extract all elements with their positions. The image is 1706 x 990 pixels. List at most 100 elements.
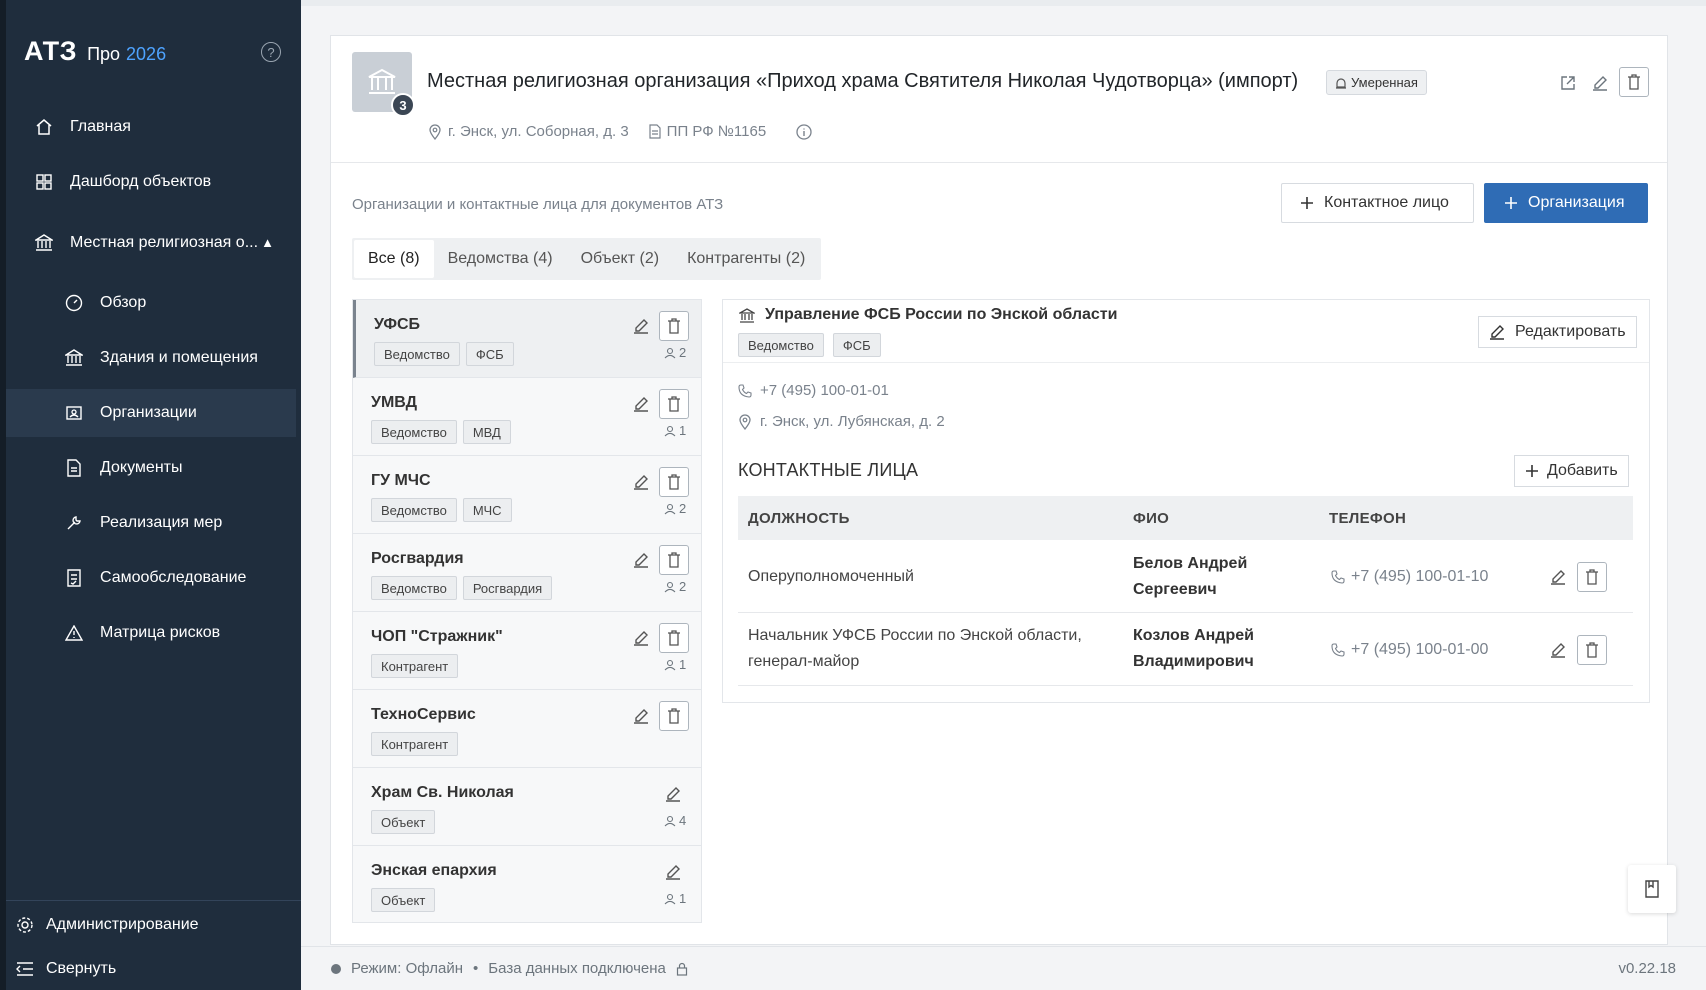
edit-icon[interactable] [631,706,651,726]
list-item[interactable]: ЧОП "Стражник" Контрагент 1 [353,612,701,690]
risk-label: Умеренная [1351,75,1418,90]
bookmark-button[interactable] [1628,865,1676,913]
sidebar-item-self-survey[interactable]: Самообследование [6,554,296,602]
org-tag: ФСБ [465,342,514,366]
tab-agencies[interactable]: Ведомства (4) [434,240,567,278]
cell-phone-value: +7 (495) 100-01-10 [1351,568,1489,585]
edit-icon[interactable] [1548,567,1568,587]
delete-icon[interactable] [1619,67,1649,97]
sidebar-admin[interactable]: Администрирование [6,905,301,945]
mode-status: Режим: Офлайн [351,960,464,977]
brand-year: 2026 [126,44,167,64]
list-item[interactable]: Росгвардия Ведомство Росгвардия 2 [353,534,701,612]
sidebar-item-label: Реализация мер [100,514,223,531]
delete-icon[interactable] [659,467,689,497]
person-icon [664,425,676,437]
detail-phone: +7 (495) 100-01-01 [738,382,889,399]
phone-icon [738,383,752,398]
admin-label: Администрирование [46,916,199,933]
open-external-icon[interactable] [1555,70,1581,96]
list-item[interactable]: ТехноСервис Контрагент [353,690,701,768]
sidebar-item-label: Здания и помещения [100,349,258,366]
app-logo[interactable]: АТЗ Про 2026 [24,36,166,67]
sidebar-item-measures[interactable]: Реализация мер [6,499,296,547]
organization-list: УФСБ Ведомство ФСБ 2 УМВД Ведомство МВД 1 … [352,299,702,923]
plus-icon [1300,196,1314,210]
edit-icon[interactable] [631,550,651,570]
list-item[interactable]: Храм Св. Николая Объект 4 [353,768,701,846]
sidebar-item-risk-matrix[interactable]: Матрица рисков [6,609,296,657]
delete-icon[interactable] [659,623,689,653]
sidebar-item-label: Матрица рисков [100,624,221,641]
delete-icon[interactable] [1577,562,1607,592]
contact-count: 1 [664,423,686,438]
chevron-up-icon[interactable]: ▲ [261,235,274,250]
edit-icon[interactable] [631,394,651,414]
detail-address-value: г. Энск, ул. Лубянская, д. 2 [760,413,945,430]
contact-count: 4 [664,813,686,828]
org-tag: Контрагент [371,654,459,678]
list-item[interactable]: Энская епархия Объект 1 [353,846,701,922]
sidebar-collapse[interactable]: Свернуть [6,949,301,989]
list-item[interactable]: ГУ МЧС Ведомство МЧС 2 [353,456,701,534]
sidebar-item-organizations[interactable]: Организации [6,389,296,437]
sidebar-item-overview[interactable]: Обзор [6,279,296,327]
gauge-icon [64,293,84,313]
delete-icon[interactable] [659,701,689,731]
edit-icon[interactable] [631,316,651,336]
help-icon[interactable]: ? [261,42,281,62]
person-icon [664,893,676,905]
detail-tag: Ведомство [738,333,824,357]
org-tag: Ведомство [371,576,457,600]
delete-icon[interactable] [1577,635,1607,665]
page-title: Местная религиозная организация «Приход … [427,70,1299,92]
add-contact-person-button[interactable]: Добавить [1514,455,1629,487]
delete-icon[interactable] [659,389,689,419]
tab-all[interactable]: Все (8) [354,240,434,278]
delete-icon[interactable] [659,545,689,575]
list-item[interactable]: УФСБ Ведомство ФСБ 2 [353,300,701,378]
info-icon[interactable] [796,123,812,140]
contact-count: 2 [664,579,686,594]
cell-phone: +7 (495) 100-01-10 [1331,564,1488,590]
risk-badge: Умеренная [1326,70,1427,95]
sidebar-item-home[interactable]: Главная [6,103,296,151]
delete-icon[interactable] [659,311,689,341]
lock-icon [676,962,688,976]
checklist-icon [64,568,84,588]
sidebar-item-label: Самообследование [100,569,247,586]
org-tag: Объект [371,888,436,912]
edit-icon[interactable] [663,862,683,882]
phone-icon [1331,643,1345,657]
add-contact-button[interactable]: Контактное лицо [1281,183,1474,223]
contact-count: 2 [664,501,686,516]
org-tag: Ведомство [374,342,460,366]
sidebar-item-object[interactable]: Местная религиозная о... ▲ [6,219,296,267]
person-icon [664,503,676,515]
tab-contractors[interactable]: Контрагенты (2) [673,240,819,278]
org-icon [64,403,84,423]
edit-icon[interactable] [1587,70,1613,96]
add-organization-button[interactable]: Организация [1484,183,1648,223]
sidebar-item-label: Организации [100,404,197,421]
edit-icon[interactable] [1548,640,1568,660]
edit-icon[interactable] [631,628,651,648]
sidebar-item-documents[interactable]: Документы [6,444,296,492]
org-tag: Ведомство [371,420,457,444]
app-version: v0.22.18 [1618,960,1676,977]
edit-icon[interactable] [631,472,651,492]
tab-object[interactable]: Объект (2) [567,240,673,278]
edit-organization-button[interactable]: Редактировать [1478,316,1637,348]
building-icon [739,307,755,323]
cell-position: Начальник УФСБ России по Энской области, [748,627,1082,644]
home-icon [34,117,54,137]
object-regulation: ПП РФ №1165 [666,123,767,140]
count-value: 1 [679,423,687,438]
org-name: ГУ МЧС [371,472,431,489]
collapse-label: Свернуть [46,960,117,977]
list-item[interactable]: УМВД Ведомство МВД 1 [353,378,701,456]
edit-icon[interactable] [663,784,683,804]
sidebar-item-dashboard[interactable]: Дашборд объектов [6,158,296,206]
person-icon [664,347,676,359]
sidebar-item-buildings[interactable]: Здания и помещения [6,334,296,382]
